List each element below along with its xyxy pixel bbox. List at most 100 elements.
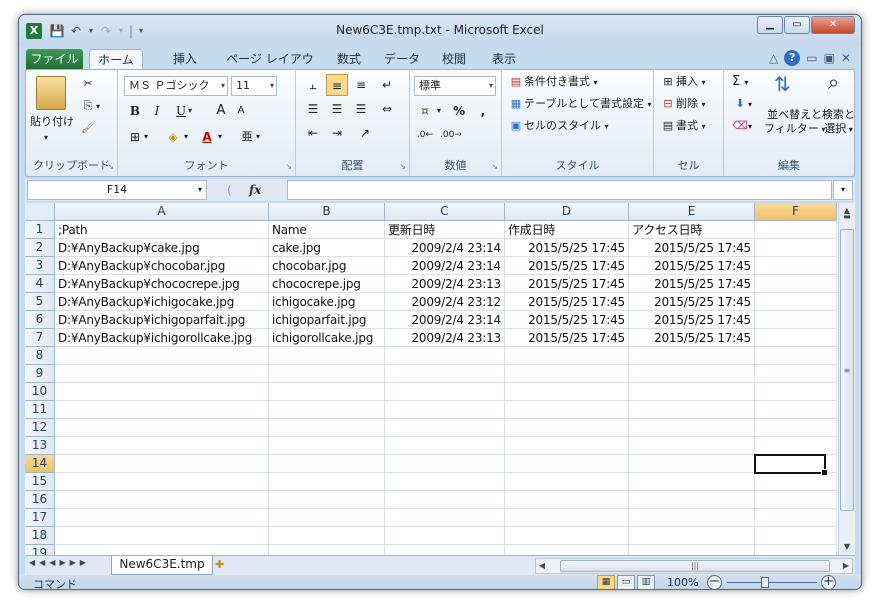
cell-c12[interactable] — [385, 419, 505, 437]
format-painter-icon[interactable]: 🖌 — [80, 120, 96, 136]
shrink-font-button[interactable]: A — [230, 100, 252, 122]
cell-c17[interactable] — [385, 509, 505, 527]
cell-a4[interactable]: D:¥AnyBackup¥chococrepe.jpg — [55, 275, 269, 293]
cell-a16[interactable] — [55, 491, 269, 509]
align-center-icon[interactable]: ☰ — [326, 98, 348, 120]
cell-a2[interactable]: D:¥AnyBackup¥cake.jpg — [55, 239, 269, 257]
currency-icon[interactable]: ¤ — [414, 100, 436, 122]
clear-button[interactable]: ⌫▾ — [732, 118, 752, 135]
phonetic-dropdown-icon[interactable]: ▾ — [252, 126, 264, 148]
page-layout-view-icon[interactable]: ▭ — [617, 575, 635, 589]
copy-icon[interactable]: ⎘ ▾ — [80, 98, 100, 115]
cell-a13[interactable] — [55, 437, 269, 455]
row-header-6[interactable]: 6 — [25, 311, 55, 329]
cell-c18[interactable] — [385, 527, 505, 545]
cell-a10[interactable] — [55, 383, 269, 401]
wrap-text-icon[interactable]: ↵ — [376, 74, 398, 96]
cell-f11[interactable] — [755, 401, 837, 419]
cell-d6[interactable]: 2015/5/25 17:45 — [505, 311, 629, 329]
tab-home[interactable]: ホーム — [89, 49, 143, 70]
horizontal-scrollbar[interactable]: ◀ ||| ▶ — [535, 558, 853, 574]
scroll-left-icon[interactable]: ◀ — [536, 559, 548, 573]
vertical-scrollbar[interactable]: ▲ ▬ ≡ ▼ — [838, 203, 855, 555]
decrease-decimal-icon[interactable]: .00→ — [440, 124, 462, 146]
row-header-3[interactable]: 3 — [25, 257, 55, 275]
cell-d14[interactable] — [505, 455, 629, 473]
insert-cells-button[interactable]: ⊞ 挿入 ▾ — [660, 74, 705, 91]
cell-b13[interactable] — [269, 437, 385, 455]
cell-f18[interactable] — [755, 527, 837, 545]
conditional-format-button[interactable]: ▤ 条件付き書式 ▾ — [508, 74, 598, 91]
cell-c7[interactable]: 2009/2/4 23:13 — [385, 329, 505, 347]
workbook-close-icon[interactable]: ✕ — [841, 51, 851, 65]
zoom-level[interactable]: 100% — [667, 576, 698, 589]
workbook-minimize-icon[interactable]: ▭ — [806, 51, 817, 65]
sort-filter-button[interactable]: 並べ替えと フィルター ▾ — [764, 108, 825, 137]
increase-indent-icon[interactable]: ⇥ — [326, 122, 348, 144]
worksheet-grid[interactable]: ABCDEF 1 2 3 4 5 6 7 8 9 10 11 12 13 14 15 16 17 18 19 ;Pa… — [25, 203, 855, 555]
column-header-c[interactable]: C — [385, 203, 505, 221]
cell-a18[interactable] — [55, 527, 269, 545]
cell-c13[interactable] — [385, 437, 505, 455]
row-header-16[interactable]: 16 — [25, 491, 55, 509]
cell-a6[interactable]: D:¥AnyBackup¥ichigoparfait.jpg — [55, 311, 269, 329]
percent-button[interactable]: % — [448, 100, 470, 122]
cell-a1[interactable]: ;Path — [55, 221, 269, 239]
zoom-slider-knob[interactable] — [761, 577, 769, 588]
cell-c6[interactable]: 2009/2/4 23:14 — [385, 311, 505, 329]
cell-f7[interactable] — [755, 329, 837, 347]
align-top-icon[interactable]: ⫠ — [302, 74, 324, 96]
tab-view[interactable]: 表示 — [487, 49, 521, 70]
paste-icon[interactable] — [36, 76, 66, 110]
cell-d1[interactable]: 作成日時 — [505, 221, 629, 239]
cell-a5[interactable]: D:¥AnyBackup¥ichigocake.jpg — [55, 293, 269, 311]
cell-e12[interactable] — [629, 419, 755, 437]
column-header-b[interactable]: B — [269, 203, 385, 221]
fill-dropdown-icon[interactable]: ▾ — [180, 126, 192, 148]
align-left-icon[interactable]: ☰ — [302, 98, 324, 120]
cell-e16[interactable] — [629, 491, 755, 509]
cell-c1[interactable]: 更新日時 — [385, 221, 505, 239]
cell-f8[interactable] — [755, 347, 837, 365]
cell-b7[interactable]: ichigorollcake.jpg — [269, 329, 385, 347]
cut-icon[interactable]: ✂ — [80, 76, 96, 92]
cell-e5[interactable]: 2015/5/25 17:45 — [629, 293, 755, 311]
paste-dropdown-icon[interactable]: ▾ — [44, 130, 48, 146]
normal-view-icon[interactable]: ▦ — [597, 575, 615, 589]
cell-b2[interactable]: cake.jpg — [269, 239, 385, 257]
merge-center-icon[interactable]: ⇔ — [376, 98, 398, 120]
row-header-11[interactable]: 11 — [25, 401, 55, 419]
align-right-icon[interactable]: ☰ — [350, 98, 372, 120]
row-header-15[interactable]: 15 — [25, 473, 55, 491]
workbook-restore-icon[interactable]: ▣ — [824, 51, 835, 65]
cell-d16[interactable] — [505, 491, 629, 509]
scroll-right-icon[interactable]: ▶ — [840, 559, 852, 573]
cell-f5[interactable] — [755, 293, 837, 311]
cell-e13[interactable] — [629, 437, 755, 455]
delete-cells-button[interactable]: ⊟ 削除 ▾ — [660, 96, 705, 113]
number-launcher-icon[interactable]: ↘ — [491, 162, 498, 171]
cell-c16[interactable] — [385, 491, 505, 509]
row-header-1[interactable]: 1 — [25, 221, 55, 239]
cell-d12[interactable] — [505, 419, 629, 437]
cell-b9[interactable] — [269, 365, 385, 383]
format-cells-button[interactable]: ▤ 書式 ▾ — [660, 118, 706, 135]
cell-b15[interactable] — [269, 473, 385, 491]
cell-d9[interactable] — [505, 365, 629, 383]
cell-b12[interactable] — [269, 419, 385, 437]
borders-dropdown-icon[interactable]: ▾ — [140, 126, 152, 148]
column-header-f[interactable]: F — [755, 203, 837, 221]
comma-button[interactable]: , — [472, 100, 494, 122]
column-header-d[interactable]: D — [505, 203, 629, 221]
cell-c2[interactable]: 2009/2/4 23:14 — [385, 239, 505, 257]
cell-f6[interactable] — [755, 311, 837, 329]
cell-b5[interactable]: ichigocake.jpg — [269, 293, 385, 311]
cell-a3[interactable]: D:¥AnyBackup¥chocobar.jpg — [55, 257, 269, 275]
cell-b16[interactable] — [269, 491, 385, 509]
cell-e3[interactable]: 2015/5/25 17:45 — [629, 257, 755, 275]
tab-file[interactable]: ファイル — [26, 49, 83, 70]
cell-styles-button[interactable]: ▣ セルのスタイル ▾ — [508, 118, 609, 135]
tab-review[interactable]: 校閲 — [437, 49, 471, 70]
cell-e4[interactable]: 2015/5/25 17:45 — [629, 275, 755, 293]
sheet-tab[interactable]: New6C3E.tmp — [111, 556, 213, 575]
